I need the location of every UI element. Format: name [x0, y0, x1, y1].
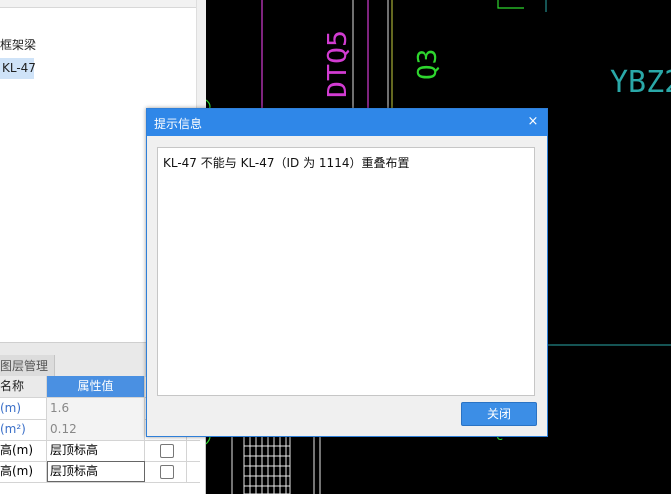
- close-button[interactable]: 关闭: [461, 402, 537, 426]
- header-name: 名称: [0, 376, 47, 397]
- tree-item-frame-beam[interactable]: 框架梁: [0, 36, 36, 53]
- dialog-title-bar[interactable]: 提示信息 ×: [147, 109, 547, 136]
- property-checkbox[interactable]: [160, 465, 174, 479]
- table-row[interactable]: 高(m) 层顶标高: [0, 440, 200, 462]
- close-icon[interactable]: ×: [525, 114, 541, 130]
- property-value[interactable]: 层顶标高: [47, 440, 145, 461]
- property-name: 高(m): [0, 440, 47, 461]
- panel-top-strip: [0, 0, 197, 8]
- tree-item-kl47[interactable]: KL-47: [0, 58, 36, 79]
- message-box: KL-47 不能与 KL-47（ID 为 1114）重叠布置: [157, 147, 535, 396]
- cad-label-dtq5: DTQ5: [323, 30, 353, 98]
- property-value: 0.12: [47, 419, 145, 440]
- dialog-message: KL-47 不能与 KL-47（ID 为 1114）重叠布置: [163, 156, 410, 170]
- info-dialog: 提示信息 × KL-47 不能与 KL-47（ID 为 1114）重叠布置 关闭: [146, 108, 548, 437]
- cad-label-ybz: YBZ2: [610, 65, 671, 100]
- property-name: (m²): [0, 419, 47, 440]
- header-value: 属性值: [47, 376, 145, 397]
- property-value-editor[interactable]: 层顶标高: [47, 461, 145, 482]
- dialog-title: 提示信息: [154, 117, 203, 131]
- property-checkbox[interactable]: [160, 444, 174, 458]
- property-name: 高(m): [0, 461, 47, 482]
- tab-layer-management[interactable]: 图层管理: [0, 355, 56, 377]
- cad-label-q3: Q3: [413, 49, 443, 80]
- property-value: 1.6: [47, 398, 145, 419]
- property-name: (m): [0, 398, 47, 419]
- table-row[interactable]: 高(m) 层顶标高: [0, 461, 200, 483]
